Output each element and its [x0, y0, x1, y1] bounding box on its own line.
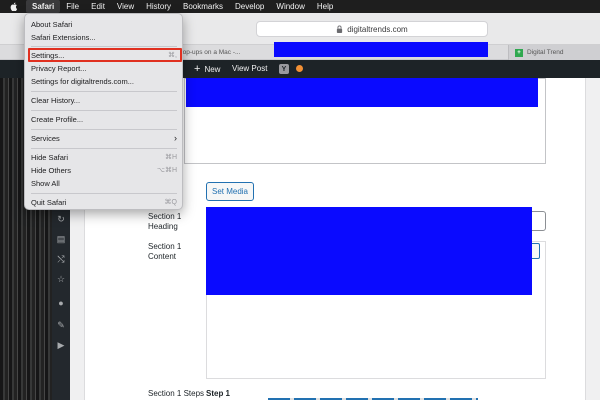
menu-item-settings-for-site[interactable]: Settings for digitaltrends.com...: [31, 75, 177, 87]
play-icon[interactable]: ▶: [56, 340, 66, 350]
menu-item-hide-others[interactable]: Hide Others ⌥⌘H: [31, 164, 177, 176]
plus-icon: +: [194, 63, 201, 75]
menu-item-label: Create Profile...: [31, 114, 84, 124]
menu-item-shortcut: ⌘H: [164, 154, 177, 161]
seo-status-dot-icon: [296, 65, 303, 72]
menu-item-clear-history[interactable]: Clear History...: [31, 94, 177, 106]
menu-edit[interactable]: Edit: [85, 0, 111, 13]
section1-content-label: Section 1 Content: [148, 242, 182, 261]
menu-item-label: Privacy Report...: [31, 63, 87, 73]
new-content-button[interactable]: + New: [194, 60, 220, 78]
shuffle-icon[interactable]: ⤭: [56, 254, 66, 264]
wrench-icon[interactable]: ✎: [56, 320, 66, 330]
yoast-icon[interactable]: Y: [279, 64, 289, 74]
redaction-block: [186, 78, 538, 107]
section1-steps-label: Section 1 Steps: [148, 389, 205, 398]
menu-separator: [31, 148, 177, 149]
section1-heading-label: Section 1 Heading: [148, 212, 182, 231]
menu-item-quit-safari[interactable]: Quit Safari ⌘Q: [31, 196, 177, 208]
menu-item-privacy-report[interactable]: Privacy Report...: [31, 62, 177, 74]
menu-item-show-all[interactable]: Show All: [31, 177, 177, 189]
menu-separator: [31, 110, 177, 111]
menu-item-label: Services: [31, 133, 60, 143]
inbox-icon[interactable]: ▤: [56, 234, 66, 244]
menu-help[interactable]: Help: [311, 0, 339, 13]
menu-item-shortcut: ⌘Q: [164, 199, 177, 206]
safari-dropdown-menu: About Safari Safari Extensions... Settin…: [24, 13, 183, 210]
chevron-right-icon: ›: [174, 133, 177, 143]
new-label: New: [204, 64, 221, 74]
menu-item-about-safari[interactable]: About Safari: [31, 18, 177, 30]
tab-digital-trends[interactable]: + Digital Trend: [508, 45, 600, 60]
menu-separator: [31, 91, 177, 92]
menu-item-services[interactable]: Services ›: [31, 132, 177, 144]
menu-safari[interactable]: Safari: [26, 0, 61, 13]
menu-item-hide-safari[interactable]: Hide Safari ⌘H: [31, 151, 177, 163]
menu-item-label: Hide Safari: [31, 152, 69, 162]
digital-trends-favicon-icon: +: [515, 48, 523, 57]
address-text: digitaltrends.com: [347, 24, 408, 34]
menu-separator: [31, 129, 177, 130]
redaction-block: [206, 207, 532, 295]
menu-item-safari-extensions[interactable]: Safari Extensions...: [31, 31, 177, 43]
menu-item-label: Settings for digitaltrends.com...: [31, 76, 134, 86]
menu-window[interactable]: Window: [270, 0, 310, 13]
menu-item-label: Show All: [31, 178, 60, 188]
menu-bar: Safari File Edit View History Bookmarks …: [0, 0, 600, 13]
menu-item-label: Clear History...: [31, 95, 81, 105]
menu-bookmarks[interactable]: Bookmarks: [177, 0, 229, 13]
view-post-link[interactable]: View Post: [232, 60, 267, 78]
menu-item-create-profile[interactable]: Create Profile...: [31, 113, 177, 125]
tab-digital-title: Digital Trend: [527, 49, 564, 56]
menu-item-label: About Safari: [31, 19, 73, 29]
menu-item-label: Hide Others: [31, 165, 72, 175]
star-icon[interactable]: ☆: [56, 274, 66, 284]
step-1-label: Step 1: [206, 389, 231, 398]
lock-icon: [337, 25, 343, 33]
menu-separator: [31, 46, 177, 47]
menu-file[interactable]: File: [60, 0, 85, 13]
menu-view[interactable]: View: [111, 0, 140, 13]
address-bar[interactable]: digitaltrends.com: [256, 21, 488, 37]
menu-item-label: Safari Extensions...: [31, 32, 96, 42]
refresh-icon[interactable]: ↻: [56, 214, 66, 224]
menu-item-shortcut: ⌥⌘H: [156, 167, 177, 174]
redaction-block: [274, 42, 488, 57]
menu-separator: [31, 193, 177, 194]
menu-history[interactable]: History: [140, 0, 177, 13]
user-icon[interactable]: ●: [56, 298, 66, 308]
menu-develop[interactable]: Develop: [229, 0, 270, 13]
set-media-button[interactable]: Set Media: [206, 182, 254, 201]
menu-item-label: Quit Safari: [31, 197, 67, 207]
settings-highlight-box: [28, 48, 182, 62]
apple-logo-icon[interactable]: [10, 2, 18, 11]
